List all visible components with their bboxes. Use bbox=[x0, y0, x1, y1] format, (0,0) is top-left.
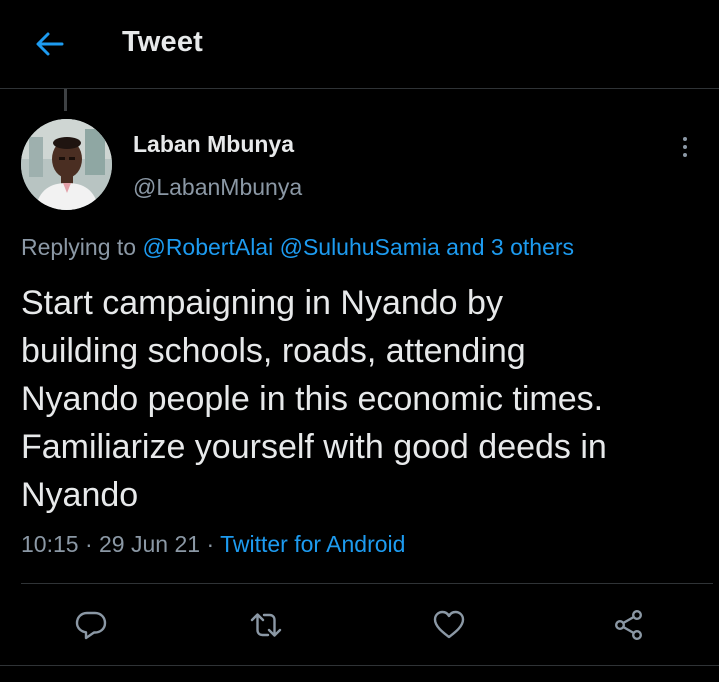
page-title: Tweet bbox=[122, 26, 204, 58]
bottom-divider bbox=[0, 665, 719, 666]
meta-separator: · bbox=[206, 531, 215, 557]
like-icon bbox=[433, 610, 465, 639]
replying-to-label: Replying to bbox=[21, 234, 137, 260]
reply-icon bbox=[75, 611, 107, 640]
tweet-date: 29 Jun 21 bbox=[99, 531, 201, 557]
retweet-button[interactable] bbox=[249, 608, 283, 642]
avatar[interactable] bbox=[21, 119, 112, 210]
arrow-left-icon bbox=[36, 32, 64, 56]
reply-button[interactable] bbox=[74, 608, 108, 642]
author-handle[interactable]: @LabanMbunya bbox=[133, 174, 302, 201]
more-vertical-icon bbox=[683, 137, 687, 157]
share-button[interactable] bbox=[612, 608, 646, 642]
tweet-header: Tweet bbox=[0, 0, 719, 89]
like-button[interactable] bbox=[432, 608, 466, 642]
thread-connector-line bbox=[64, 89, 67, 111]
tweet-time: 10:15 bbox=[21, 531, 79, 557]
meta-separator: · bbox=[84, 531, 93, 557]
mention-link[interactable]: @SuluhuSamia bbox=[280, 234, 440, 260]
tweet-source-link[interactable]: Twitter for Android bbox=[220, 531, 405, 557]
retweet-icon bbox=[250, 613, 282, 637]
others-link[interactable]: and 3 others bbox=[446, 234, 574, 260]
tweet-text: Start campaigning in Nyando by building … bbox=[21, 284, 607, 514]
divider bbox=[21, 583, 713, 584]
profile-photo-icon bbox=[21, 119, 112, 210]
tweet-meta: 10:15 · 29 Jun 21 · Twitter for Android bbox=[21, 531, 405, 558]
replying-to: Replying to @RobertAlai @SuluhuSamia and… bbox=[21, 234, 574, 261]
share-icon bbox=[614, 610, 643, 641]
mention-link[interactable]: @RobertAlai bbox=[142, 234, 273, 260]
back-button[interactable] bbox=[30, 28, 70, 60]
more-options-button[interactable] bbox=[672, 133, 698, 161]
author-display-name[interactable]: Laban Mbunya bbox=[133, 131, 294, 158]
